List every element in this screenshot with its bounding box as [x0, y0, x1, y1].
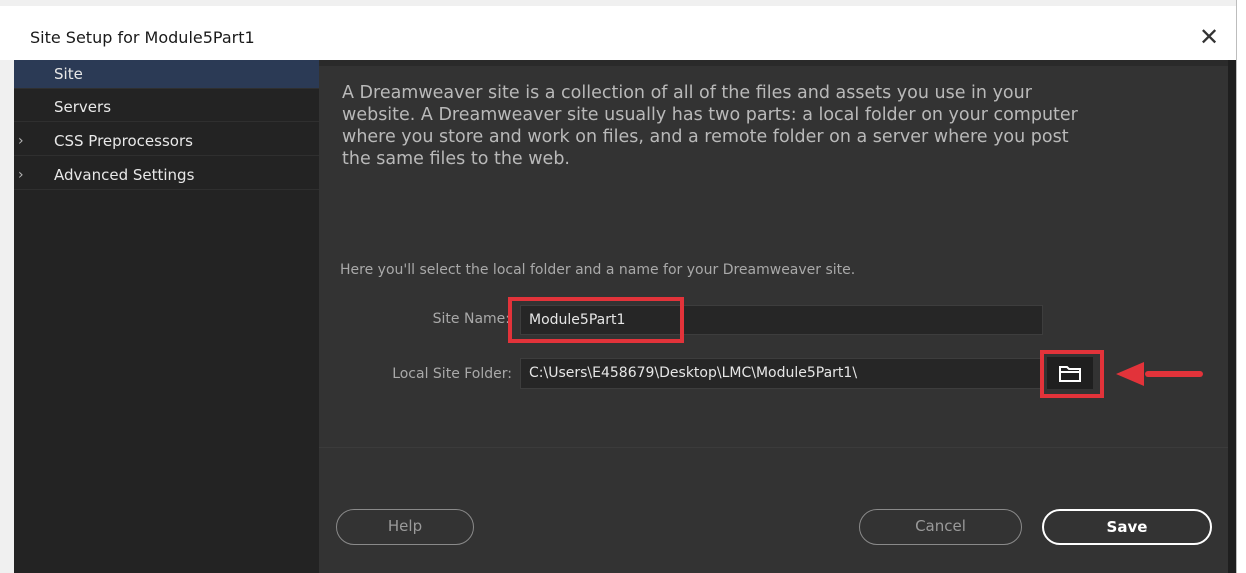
left-arrow-icon [1116, 362, 1203, 386]
intro-text: A Dreamweaver site is a collection of al… [342, 82, 1202, 170]
sidebar-nav: Site Servers › CSS Preprocessors › Advan… [14, 60, 319, 573]
sidebar-item-css-preprocessors[interactable]: › CSS Preprocessors [14, 127, 319, 156]
sidebar-item-advanced-settings[interactable]: › Advanced Settings [14, 161, 319, 190]
local-folder-input[interactable]: C:\Users\E458679\Desktop\LMC\Module5Part… [520, 358, 1043, 389]
cancel-button[interactable]: Cancel [859, 509, 1022, 545]
chevron-right-icon[interactable]: › [18, 127, 24, 156]
sidebar-item-label: Site [54, 65, 83, 83]
chevron-right-icon[interactable]: › [18, 161, 24, 190]
intro-line: A Dreamweaver site is a collection of al… [342, 83, 1032, 103]
panel-top-strip [319, 60, 1228, 66]
save-button[interactable]: Save [1042, 509, 1212, 545]
intro-line: website. A Dreamweaver site usually has … [342, 105, 1078, 125]
title-bar: Site Setup for Module5Part1 ✕ [0, 6, 1236, 60]
local-folder-label: Local Site Folder: [392, 366, 512, 382]
help-button[interactable]: Help [336, 509, 474, 545]
sidebar-item-servers[interactable]: Servers [14, 93, 319, 122]
close-icon[interactable]: ✕ [1192, 20, 1226, 54]
highlight-box-folder-button [1040, 350, 1104, 398]
dialog-title: Site Setup for Module5Part1 [30, 28, 255, 47]
sidebar-item-label: Servers [54, 98, 112, 116]
sidebar-item-site[interactable]: Site [14, 60, 319, 89]
intro-line: the same files to the web. [342, 149, 570, 169]
intro-line: where you store and work on files, and a… [342, 127, 1069, 147]
footer-divider [319, 447, 1228, 448]
hint-text: Here you'll select the local folder and … [340, 262, 856, 278]
highlight-box-site-name [508, 297, 684, 343]
sidebar-item-label: Advanced Settings [54, 166, 195, 184]
site-name-label: Site Name: [432, 311, 510, 327]
panel-right-edge [1228, 60, 1236, 573]
sidebar-item-label: CSS Preprocessors [54, 132, 193, 150]
